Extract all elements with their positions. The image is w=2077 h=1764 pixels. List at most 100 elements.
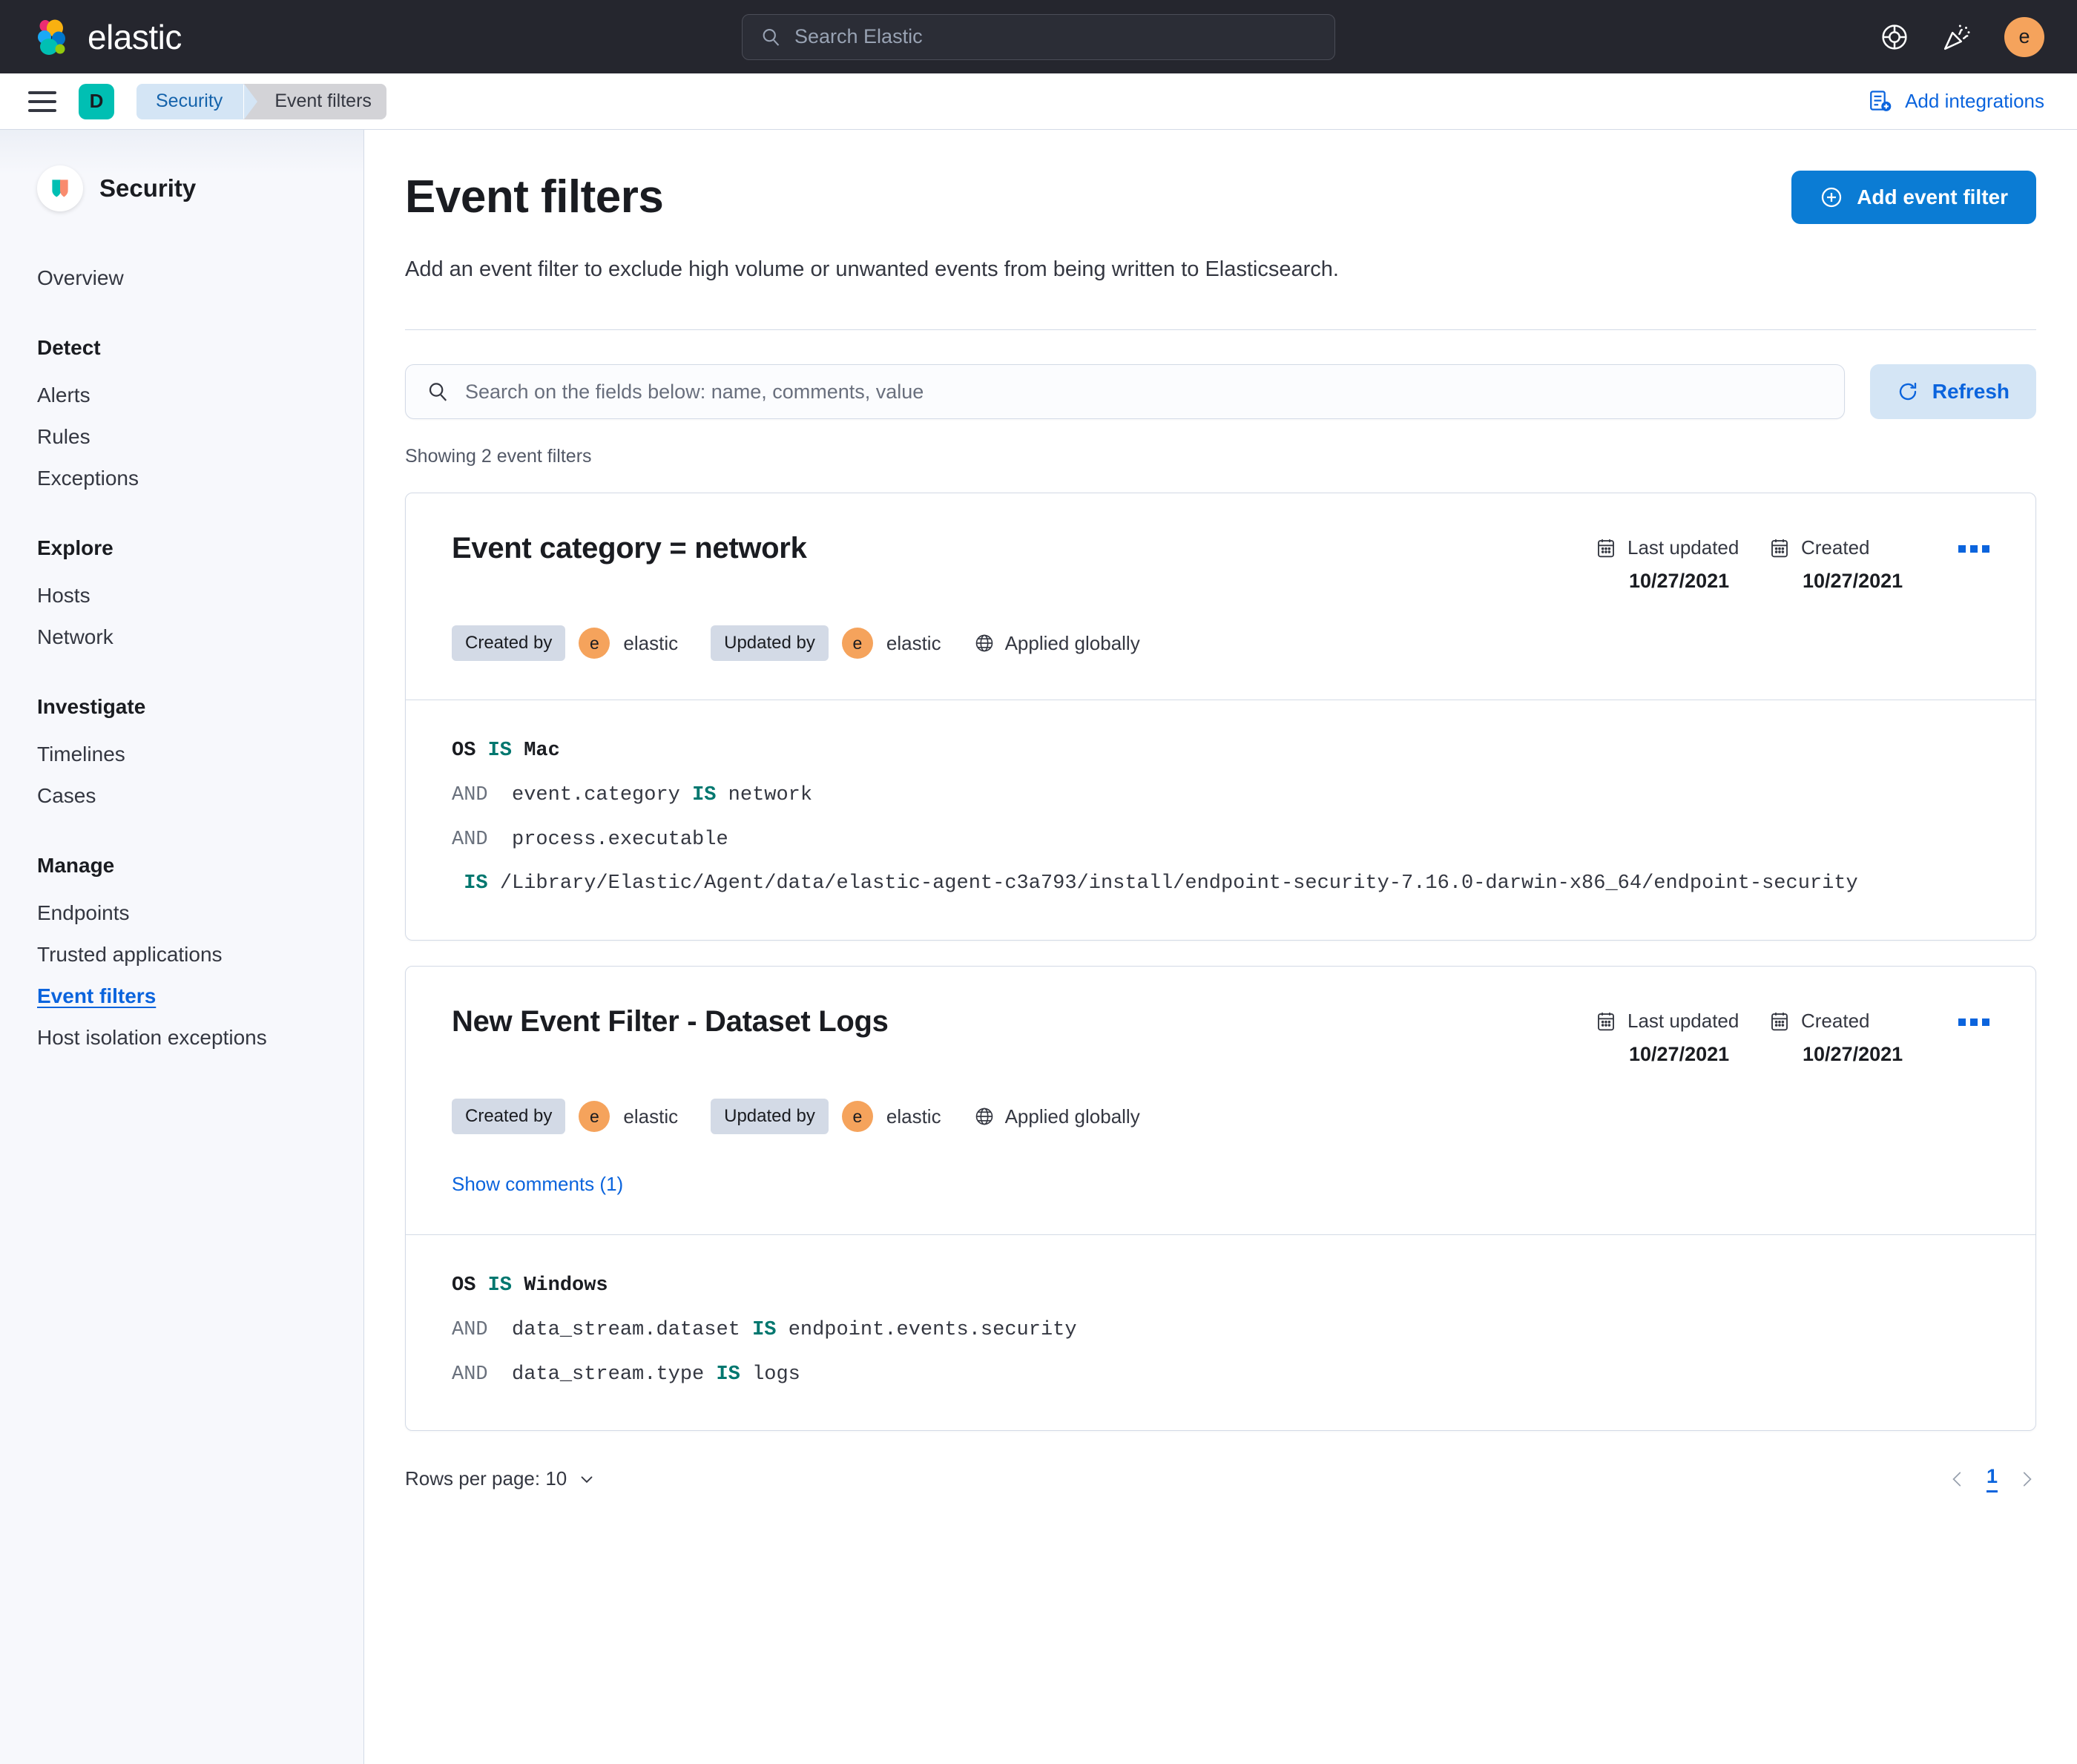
calendar-icon	[1768, 1010, 1791, 1033]
updated-by-user: elastic	[886, 1105, 941, 1128]
global-search-placeholder: Search Elastic	[794, 25, 923, 47]
condition-field: data_stream.dataset	[512, 1318, 740, 1341]
created-label: Created	[1801, 536, 1870, 559]
sidebar-item-endpoints[interactable]: Endpoints	[0, 892, 363, 934]
created-by-user: elastic	[623, 631, 679, 654]
card-dates: Last updated 10/27/2021 Created 10/27/20…	[1595, 1005, 1989, 1066]
last-updated-label: Last updated	[1627, 1010, 1739, 1033]
calendar-icon	[1595, 537, 1617, 559]
chevron-right-icon[interactable]	[2017, 1468, 2036, 1490]
applied-globally-label: Applied globally	[1004, 1105, 1140, 1128]
condition-and: AND	[452, 1318, 488, 1341]
help-life-ring-icon[interactable]	[1880, 22, 1909, 52]
condition-and: AND	[452, 783, 488, 806]
avatar: e	[841, 1101, 873, 1133]
condition-value: endpoint.events.security	[788, 1318, 1077, 1341]
card-conditions: OS IS Mac AND event.category IS network …	[406, 700, 2035, 940]
card-title: Event category = network	[452, 532, 807, 565]
pagination: 1	[1948, 1465, 2036, 1493]
sidebar-item-cases[interactable]: Cases	[0, 775, 363, 817]
add-integrations-icon	[1868, 89, 1893, 114]
event-filter-card: Event category = network Last updated 10…	[405, 493, 2036, 941]
elastic-logo-icon	[33, 17, 73, 57]
add-integrations-label: Add integrations	[1905, 90, 2044, 112]
last-updated-value: 10/27/2021	[1629, 570, 1730, 593]
sidebar-group-explore: Explore	[37, 536, 113, 559]
created-value: 10/27/2021	[1803, 1043, 1903, 1066]
condition-operator: IS	[716, 1363, 740, 1386]
sidebar-item-alerts[interactable]: Alerts	[0, 375, 363, 416]
add-event-filter-button[interactable]: Add event filter	[1791, 171, 2036, 224]
sidebar-item-hosts[interactable]: Hosts	[0, 575, 363, 616]
updated-by-badge: Updated by	[711, 1099, 829, 1135]
sidebar-group-investigate: Investigate	[37, 695, 146, 718]
sidebar-item-host-isolation-exceptions[interactable]: Host isolation exceptions	[0, 1017, 363, 1059]
created-by-user: elastic	[623, 1105, 679, 1128]
applied-globally: Applied globally	[974, 632, 1140, 655]
condition-field: OS	[452, 740, 476, 763]
created-value: 10/27/2021	[1803, 570, 1903, 593]
breadcrumb-item-security[interactable]: Security	[136, 83, 258, 119]
sidebar-item-exceptions[interactable]: Exceptions	[0, 458, 363, 499]
event-filter-card: New Event Filter - Dataset Logs Last upd…	[405, 966, 2036, 1432]
card-header: Event category = network Last updated 10…	[406, 493, 2035, 700]
sidebar-item-trusted-applications[interactable]: Trusted applications	[0, 934, 363, 975]
condition-value: Windows	[524, 1274, 608, 1297]
applied-globally: Applied globally	[974, 1105, 1140, 1128]
card-meta: Created by e elastic Updated by e elasti…	[452, 1099, 1989, 1135]
show-comments-link[interactable]: Show comments (1)	[452, 1173, 623, 1196]
chevron-down-icon	[577, 1470, 596, 1489]
refresh-button[interactable]: Refresh	[1869, 364, 2036, 420]
space-avatar[interactable]: D	[79, 83, 114, 119]
more-actions-icon[interactable]	[1958, 1010, 1989, 1027]
rows-per-page-select[interactable]: Rows per page: 10	[405, 1467, 596, 1490]
brand[interactable]: elastic	[33, 17, 182, 57]
condition-field: event.category	[512, 783, 680, 806]
sidebar-item-network[interactable]: Network	[0, 616, 363, 658]
condition-value: /Library/Elastic/Agent/data/elastic-agen…	[499, 872, 1858, 895]
sidebar-item-timelines[interactable]: Timelines	[0, 734, 363, 775]
avatar: e	[579, 628, 610, 659]
condition-operator: IS	[692, 783, 717, 806]
avatar: e	[841, 628, 873, 659]
plus-circle-icon	[1820, 185, 1843, 209]
more-actions-icon[interactable]	[1958, 536, 1989, 553]
sidebar-item-event-filters[interactable]: Event filters	[0, 975, 363, 1017]
add-integrations-button[interactable]: Add integrations	[1868, 89, 2044, 114]
condition-line: AND process.executable	[452, 828, 1989, 853]
last-updated-value: 10/27/2021	[1629, 1043, 1730, 1066]
updated-by-user: elastic	[886, 631, 941, 654]
global-search-input[interactable]: Search Elastic	[742, 13, 1335, 60]
page-number-1[interactable]: 1	[1986, 1465, 1998, 1493]
search-input[interactable]: Search on the fields below: name, commen…	[405, 364, 1845, 420]
search-icon	[427, 381, 449, 403]
card-title: New Event Filter - Dataset Logs	[452, 1005, 889, 1039]
applied-globally-label: Applied globally	[1004, 631, 1140, 654]
chevron-left-icon[interactable]	[1948, 1468, 1967, 1490]
condition-operator: IS	[487, 1274, 513, 1297]
page-header: Event filters Add event filter	[405, 171, 2036, 224]
sidebar-app-header: Security	[0, 165, 363, 211]
condition-value: Mac	[524, 740, 560, 763]
last-updated-block: Last updated 10/27/2021	[1595, 1010, 1743, 1066]
hamburger-menu-icon[interactable]	[28, 90, 56, 112]
sidebar-group-detect: Detect	[37, 336, 101, 359]
created-by-badge: Created by	[452, 1099, 566, 1135]
condition-line: OS IS Mac	[452, 739, 1989, 764]
party-popper-icon[interactable]	[1942, 22, 1972, 52]
created-by-badge: Created by	[452, 625, 566, 662]
sidebar-item-overview[interactable]: Overview	[0, 257, 363, 299]
condition-and: AND	[452, 828, 488, 851]
card-conditions: OS IS Windows AND data_stream.dataset IS…	[406, 1235, 2035, 1430]
breadcrumb-item-event-filters[interactable]: Event filters	[243, 83, 386, 119]
condition-and: AND	[452, 1363, 488, 1386]
condition-field: data_stream.type	[512, 1363, 705, 1386]
breadcrumb-bar: D Security Event filters Add integration…	[0, 73, 2077, 130]
last-updated-label: Last updated	[1627, 536, 1739, 559]
search-placeholder: Search on the fields below: name, commen…	[465, 380, 924, 403]
created-block: Created 10/27/2021	[1768, 1010, 1917, 1066]
search-row: Search on the fields below: name, commen…	[405, 364, 2036, 420]
avatar[interactable]: e	[2004, 16, 2044, 57]
rows-per-page-label: Rows per page: 10	[405, 1467, 567, 1490]
sidebar-item-rules[interactable]: Rules	[0, 416, 363, 458]
